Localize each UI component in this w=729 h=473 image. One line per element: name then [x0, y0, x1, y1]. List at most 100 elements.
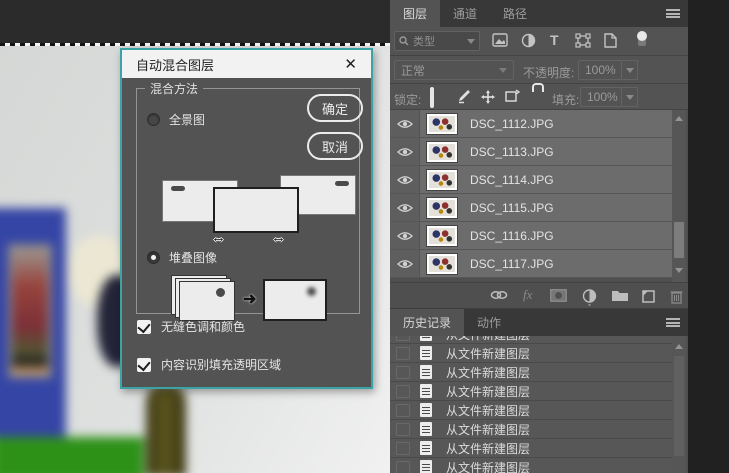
visibility-toggle[interactable] [390, 138, 420, 165]
fill-input[interactable]: 100% [580, 87, 622, 107]
layer-thumbnail[interactable] [426, 113, 458, 135]
history-source-well[interactable] [396, 442, 410, 455]
layer-name[interactable]: DSC_1112.JPG [470, 117, 554, 131]
checkbox-content-aware[interactable]: 内容识别填充透明区域 [137, 356, 281, 373]
checkbox-seamless-tones[interactable]: 无缝色调和颜色 [137, 318, 245, 335]
history-step[interactable]: 从文件新建图层 [390, 363, 672, 382]
blend-mode-select[interactable]: 正常 [394, 60, 514, 80]
layer-name[interactable]: DSC_1114.JPG [470, 173, 554, 187]
layer-row[interactable]: DSC_1117.JPG [390, 250, 672, 278]
radio-panorama-circle[interactable] [147, 113, 160, 126]
layer-name[interactable]: DSC_1115.JPG [470, 201, 554, 215]
layers-scrollbar[interactable] [672, 110, 686, 282]
cancel-button[interactable]: 取消 [307, 132, 363, 160]
layer-thumbnail[interactable] [426, 197, 458, 219]
history-source-well[interactable] [396, 366, 410, 379]
tab-channels[interactable]: 通道 [440, 0, 490, 27]
fill-dropdown-button[interactable] [622, 87, 638, 107]
bottle-shape [146, 385, 186, 473]
history-step[interactable]: 从文件新建图层 [390, 439, 672, 458]
add-mask-icon[interactable] [550, 289, 567, 302]
history-step[interactable]: 从文件新建图层 [390, 382, 672, 401]
delete-layer-icon[interactable] [670, 289, 683, 304]
filter-smart-objects-icon[interactable] [604, 33, 617, 48]
layers-panel-footer: fx [390, 282, 688, 309]
panel-menu-icon[interactable] [666, 318, 680, 327]
selection-marching-ants [0, 43, 390, 46]
lock-position-icon[interactable] [480, 89, 496, 105]
filter-shape-layers-icon[interactable] [575, 33, 591, 48]
lock-artboard-icon[interactable] [504, 89, 520, 104]
checkbox-content-aware-box[interactable] [137, 358, 151, 372]
layer-name[interactable]: DSC_1116.JPG [470, 229, 554, 243]
scroll-down-icon[interactable] [675, 268, 683, 273]
tab-paths[interactable]: 路径 [490, 0, 540, 27]
layer-row[interactable]: DSC_1112.JPG [390, 110, 672, 138]
opacity-value: 100% [585, 63, 616, 77]
tab-history[interactable]: 历史记录 [390, 309, 464, 336]
layer-thumbnail[interactable] [426, 141, 458, 163]
fill-label: 填充: [552, 91, 579, 108]
lock-image-pixels-icon[interactable] [456, 89, 471, 104]
history-source-well[interactable] [396, 347, 410, 360]
dialog-body: 混合方法 全景图 ↔ ↔ [122, 78, 371, 387]
history-source-well[interactable] [396, 404, 410, 417]
radio-stack-label: 堆叠图像 [169, 249, 217, 266]
radio-stack-images[interactable]: 堆叠图像 [147, 249, 217, 266]
filter-toggle-icon[interactable] [636, 30, 648, 48]
layer-name[interactable]: DSC_1113.JPG [470, 145, 554, 159]
layer-thumbnail[interactable] [426, 225, 458, 247]
layer-row[interactable]: DSC_1116.JPG [390, 222, 672, 250]
radio-panorama[interactable]: 全景图 [147, 111, 205, 128]
dialog-title: 自动混合图层 [136, 55, 340, 74]
opacity-dropdown-button[interactable] [622, 60, 638, 80]
new-group-icon[interactable] [611, 289, 629, 302]
layer-filter-type-select[interactable]: 类型 [394, 31, 480, 51]
dialog-title-bar[interactable]: 自动混合图层 ✕ [122, 50, 371, 78]
close-icon[interactable]: ✕ [340, 55, 361, 73]
history-source-well[interactable] [396, 423, 410, 436]
adjustment-layer-icon[interactable] [582, 289, 597, 306]
visibility-toggle[interactable] [390, 222, 420, 249]
history-step[interactable]: 从文件新建图层 [390, 420, 672, 439]
history-step[interactable]: 从文件新建图层 [390, 458, 672, 473]
tab-actions[interactable]: 动作 [464, 309, 514, 336]
checkbox-seamless-box[interactable] [137, 320, 151, 334]
opacity-input[interactable]: 100% [578, 60, 622, 80]
history-source-well[interactable] [396, 336, 410, 341]
history-source-well[interactable] [396, 385, 410, 398]
link-layers-icon[interactable] [490, 289, 508, 301]
layer-name[interactable]: DSC_1117.JPG [470, 257, 554, 271]
filter-adjustment-layers-icon[interactable] [521, 33, 536, 48]
visibility-toggle[interactable] [390, 166, 420, 193]
lock-transparent-pixels-icon[interactable] [430, 89, 434, 107]
scroll-up-icon[interactable] [675, 344, 683, 349]
layer-style-icon[interactable]: fx [523, 287, 532, 303]
history-scrollbar[interactable] [672, 336, 686, 473]
visibility-toggle[interactable] [390, 250, 420, 277]
filter-pixel-layers-icon[interactable] [492, 33, 508, 47]
layer-thumbnail[interactable] [426, 169, 458, 191]
checkbox-seamless-label: 无缝色调和颜色 [161, 318, 245, 335]
panel-menu-icon[interactable] [666, 9, 680, 18]
scrollbar-thumb[interactable] [674, 356, 684, 456]
radio-stack-circle[interactable] [147, 251, 160, 264]
layer-list: DSC_1112.JPG DSC_1113.JPG DSC_1114.JPG D… [390, 110, 688, 282]
history-source-well[interactable] [396, 461, 410, 473]
filter-type-layers-icon[interactable]: T [550, 32, 559, 48]
scrollbar-thumb[interactable] [674, 222, 684, 258]
new-layer-icon[interactable] [641, 289, 656, 304]
tab-layers[interactable]: 图层 [390, 0, 440, 27]
layer-row[interactable]: DSC_1114.JPG [390, 166, 672, 194]
scroll-up-icon[interactable] [675, 116, 683, 121]
filter-type-label: 类型 [413, 33, 435, 49]
visibility-toggle[interactable] [390, 110, 420, 137]
history-step[interactable]: 从文件新建图层 [390, 336, 672, 344]
ok-button[interactable]: 确定 [307, 94, 363, 122]
visibility-toggle[interactable] [390, 194, 420, 221]
layer-row[interactable]: DSC_1113.JPG [390, 138, 672, 166]
history-step[interactable]: 从文件新建图层 [390, 401, 672, 420]
layer-row[interactable]: DSC_1115.JPG [390, 194, 672, 222]
layer-thumbnail[interactable] [426, 253, 458, 275]
history-step[interactable]: 从文件新建图层 [390, 344, 672, 363]
